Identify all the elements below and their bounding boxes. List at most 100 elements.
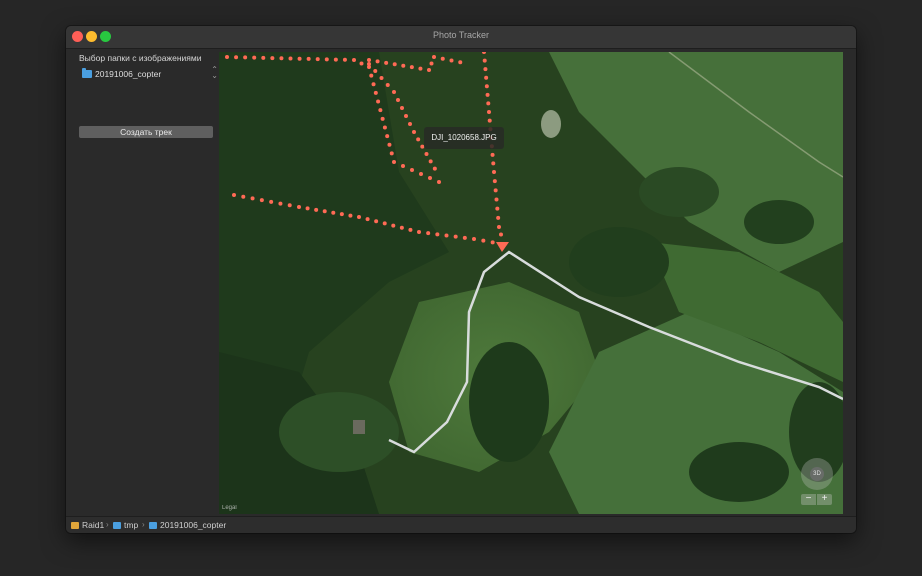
track-point (491, 161, 496, 166)
track-point (408, 122, 412, 126)
track-point (315, 57, 320, 62)
track-point (261, 55, 266, 60)
track-point (259, 198, 264, 203)
track-point (380, 116, 385, 121)
track-point (481, 238, 486, 243)
path-item-raid1[interactable]: Raid1 (82, 520, 104, 530)
path-item-tmp[interactable]: tmp (124, 520, 138, 530)
track-point (458, 60, 463, 65)
zoom-out-button[interactable]: − (801, 494, 816, 505)
track-point (495, 206, 500, 211)
track-point (365, 217, 370, 222)
track-point (367, 58, 371, 62)
track-point (250, 196, 255, 201)
folder-picker-heading: Выбор папки с изображениями (79, 53, 202, 63)
track-point (427, 68, 431, 72)
track-point (348, 213, 353, 218)
track-point (401, 63, 406, 68)
disk-icon (71, 522, 79, 529)
window-title: Photo Tracker (432, 30, 490, 40)
track-point (375, 59, 380, 64)
track-point (339, 212, 344, 217)
track-point (385, 83, 390, 87)
photo-tooltip: DJI_1020658.JPG (424, 127, 504, 149)
folder-select-label: 20191006_copter (95, 69, 162, 79)
create-track-button[interactable]: Создать трек (79, 126, 213, 138)
track-point (278, 201, 283, 206)
folder-icon (113, 522, 121, 529)
track-point (483, 67, 488, 72)
map-view[interactable]: DJI_1020658.JPG Legal 3D − + (219, 52, 843, 514)
zoom-in-button[interactable]: + (817, 494, 832, 505)
track-point (270, 56, 275, 61)
track-point (392, 62, 397, 67)
track-point (369, 73, 374, 78)
track-point (373, 90, 378, 95)
track-point (453, 234, 458, 239)
legal-link[interactable]: Legal (222, 505, 237, 511)
track-point (432, 55, 436, 59)
track-point (359, 61, 364, 66)
satellite-imagery (219, 52, 843, 514)
track-point (396, 98, 400, 102)
track-point (426, 231, 431, 236)
track-point (408, 227, 413, 232)
track-point (428, 159, 433, 164)
track-point (492, 170, 496, 174)
track-point (412, 130, 416, 134)
path-separator: › (106, 520, 109, 529)
3d-toggle-button[interactable]: 3D (810, 467, 824, 481)
track-point (487, 118, 492, 123)
track-point (269, 199, 274, 204)
folder-icon (82, 68, 92, 78)
track-point (444, 233, 449, 238)
track-point (449, 58, 454, 63)
path-item-20191006-copter[interactable]: 20191006_copter (160, 520, 226, 530)
track-point (378, 108, 383, 113)
sidebar: Выбор папки с изображениями 20191006_cop… (66, 49, 219, 516)
track-point (497, 225, 501, 229)
track-point (418, 66, 423, 71)
track-point (493, 188, 498, 193)
track-point (392, 90, 396, 94)
track-point (432, 166, 437, 171)
track-point (371, 82, 376, 87)
track-point (387, 142, 392, 147)
track-point (409, 65, 414, 70)
track-point (352, 58, 356, 62)
path-bar: Raid1 › tmp › 20191006_copter (66, 516, 856, 533)
compass-control[interactable]: 3D (801, 458, 833, 490)
folder-icon (149, 522, 157, 529)
track-point (279, 56, 284, 61)
track-point (252, 55, 257, 60)
track-point (494, 197, 499, 202)
track-point (384, 60, 389, 65)
track-point (243, 55, 248, 60)
track-point (389, 151, 394, 156)
track-point (331, 210, 336, 215)
track-point (490, 152, 495, 157)
updown-chevron-icon: ⌃ ⌄ (211, 65, 218, 80)
track-point (225, 55, 229, 59)
track-point (424, 152, 429, 156)
track-point (322, 209, 327, 214)
track-point (367, 62, 371, 66)
track-point (287, 203, 292, 208)
track-point (324, 57, 329, 62)
folder-select[interactable]: 20191006_copter ⌃ ⌄ (82, 65, 218, 82)
track-point (297, 205, 301, 209)
track-point (484, 84, 489, 89)
path-separator: › (142, 520, 145, 529)
track-point (232, 193, 236, 197)
track-point (342, 57, 347, 62)
track-point (485, 92, 490, 97)
track-point (306, 56, 311, 61)
track-point (379, 76, 384, 80)
track-point (305, 206, 310, 211)
track-point (404, 114, 408, 118)
track-point (333, 57, 338, 62)
track-point (382, 221, 387, 226)
track-point (382, 125, 387, 130)
titlebar[interactable]: Photo Tracker (66, 26, 856, 49)
track-point (314, 207, 319, 212)
